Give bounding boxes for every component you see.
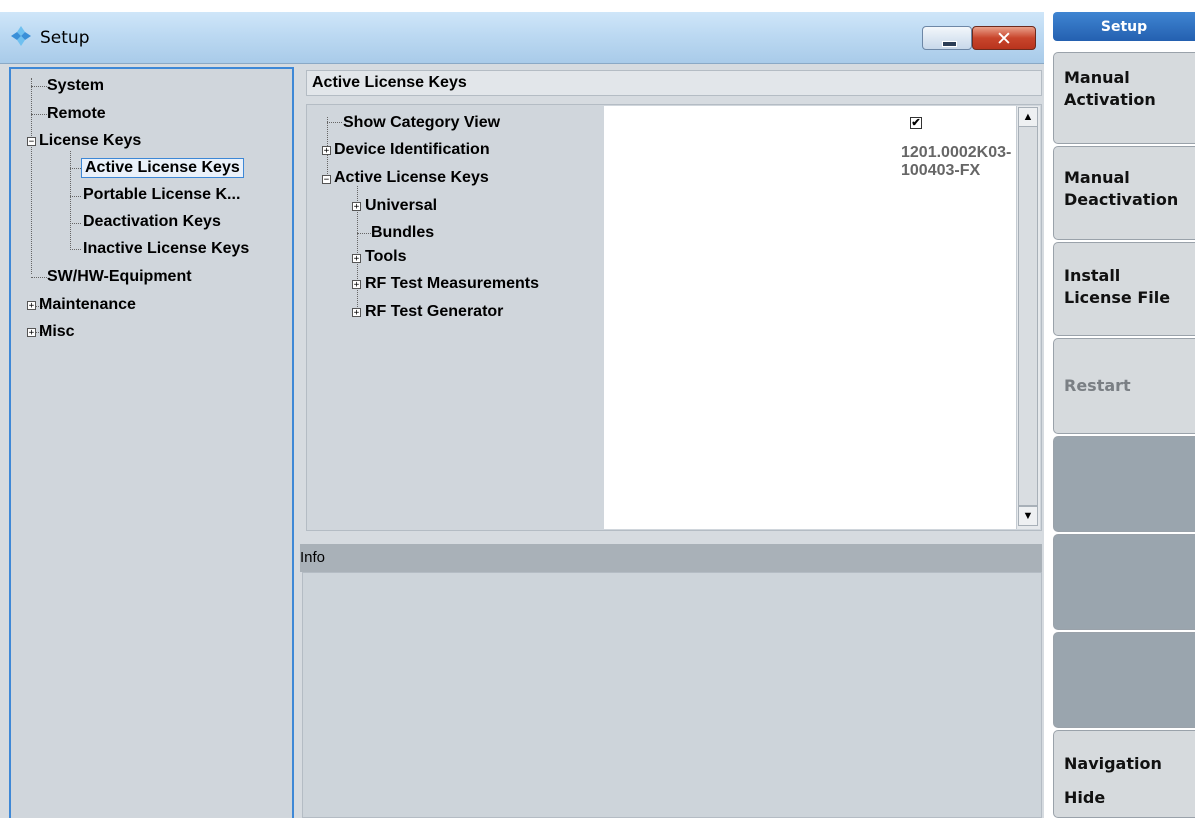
softkey-empty-7[interactable] — [1053, 632, 1195, 728]
expand-icon[interactable]: + — [352, 254, 361, 264]
show-category-view-checkbox[interactable]: ✔ — [910, 117, 922, 129]
collapse-icon[interactable]: − — [27, 137, 36, 147]
softkey-empty-6[interactable] — [1053, 534, 1195, 630]
softkey-empty-5[interactable] — [1053, 436, 1195, 532]
tree-item-device-identification[interactable]: Device Identification — [334, 141, 490, 159]
tree-item-license-keys[interactable]: License Keys — [39, 132, 141, 150]
softkey-label-line1: Manual — [1064, 168, 1130, 187]
softkey-label-line1: Manual — [1064, 68, 1130, 87]
info-text-area — [302, 572, 1042, 818]
restart-button[interactable]: Restart — [1053, 338, 1195, 434]
tree-item-universal[interactable]: Universal — [365, 197, 437, 215]
softkey-label-line1: Navigation — [1064, 754, 1162, 773]
tree-item-active-license-keys[interactable]: Active License Keys — [334, 169, 489, 187]
minimize-icon — [942, 41, 957, 47]
tree-item-system[interactable]: System — [47, 77, 104, 95]
device-identification-value: 1201.0002K03-100403-FX — [901, 144, 1012, 179]
expand-icon[interactable]: + — [27, 301, 36, 311]
tree-item-rf-test-measurements[interactable]: RF Test Measurements — [365, 275, 539, 293]
scrollbar-thumb[interactable] — [1018, 126, 1038, 506]
expand-icon[interactable]: + — [322, 146, 331, 156]
tree-item-portable-license-keys[interactable]: Portable License K... — [83, 186, 240, 204]
manual-activation-button[interactable]: Manual Activation — [1053, 52, 1195, 144]
panel-title: Active License Keys — [312, 74, 467, 91]
tree-item-sw-hw-equipment[interactable]: SW/HW-Equipment — [47, 268, 192, 286]
expand-icon[interactable]: + — [352, 280, 361, 290]
setup-dialog-body: − + + System Remote License Keys Active … — [0, 64, 1044, 818]
tree-item-bundles[interactable]: Bundles — [371, 224, 434, 242]
softkey-label-line1: Restart — [1064, 376, 1131, 395]
softkey-panel: Setup Manual Activation Manual Deactivatio… — [1044, 0, 1195, 818]
collapse-icon[interactable]: − — [322, 175, 331, 185]
panel-header: Active License Keys — [306, 70, 1042, 96]
expand-icon[interactable]: + — [27, 328, 36, 338]
info-label: Info — [300, 549, 326, 566]
scroll-up-arrow-icon[interactable]: ▲ — [1018, 107, 1038, 127]
info-header: Info — [300, 544, 1042, 572]
setup-diamond-icon — [11, 26, 31, 46]
tree-item-misc[interactable]: Misc — [39, 323, 75, 341]
close-icon: ✕ — [996, 28, 1012, 50]
vertical-scrollbar[interactable]: ▲ ▼ — [1016, 106, 1040, 529]
title-bar: Setup ✕ — [0, 12, 1044, 64]
manual-deactivation-button[interactable]: Manual Deactivation — [1053, 146, 1195, 240]
install-license-file-button[interactable]: Install License File — [1053, 242, 1195, 336]
tree-item-rf-test-generator[interactable]: RF Test Generator — [365, 303, 503, 321]
expand-icon[interactable]: + — [352, 308, 361, 318]
window-title: Setup — [40, 28, 90, 48]
checkmark-icon: ✔ — [911, 117, 921, 129]
minimize-button[interactable] — [922, 26, 972, 50]
navigation-tree[interactable]: − + + System Remote License Keys Active … — [9, 67, 294, 818]
softkey-label-line1: Install — [1064, 266, 1121, 285]
tree-item-inactive-license-keys[interactable]: Inactive License Keys — [83, 240, 249, 258]
navigation-hide-button[interactable]: Navigation Hide — [1053, 730, 1195, 818]
close-button[interactable]: ✕ — [972, 26, 1036, 50]
tree-item-maintenance[interactable]: Maintenance — [39, 296, 136, 314]
softkey-label-line2: License File — [1064, 288, 1171, 307]
tree-item-active-license-keys[interactable]: Active License Keys — [81, 158, 244, 178]
softkey-menu-title: Setup — [1053, 12, 1195, 41]
softkey-label-line2: Deactivation — [1064, 190, 1179, 209]
expand-icon[interactable]: + — [352, 202, 361, 212]
tree-item-tools[interactable]: Tools — [365, 248, 406, 266]
value-column: ✔ 1201.0002K03-100403-FX — [604, 106, 1016, 529]
tree-item-show-category-view[interactable]: Show Category View — [343, 114, 500, 132]
license-tree-view[interactable]: ✔ 1201.0002K03-100403-FX ▲ ▼ + − + + + +… — [306, 104, 1042, 531]
scroll-down-arrow-icon[interactable]: ▼ — [1018, 506, 1038, 526]
tree-item-deactivation-keys[interactable]: Deactivation Keys — [83, 213, 221, 231]
softkey-menu-title-label: Setup — [1100, 19, 1148, 35]
softkey-label-line2: Activation — [1064, 90, 1156, 109]
tree-item-remote[interactable]: Remote — [47, 105, 106, 123]
softkey-label-line2: Hide — [1064, 788, 1106, 807]
